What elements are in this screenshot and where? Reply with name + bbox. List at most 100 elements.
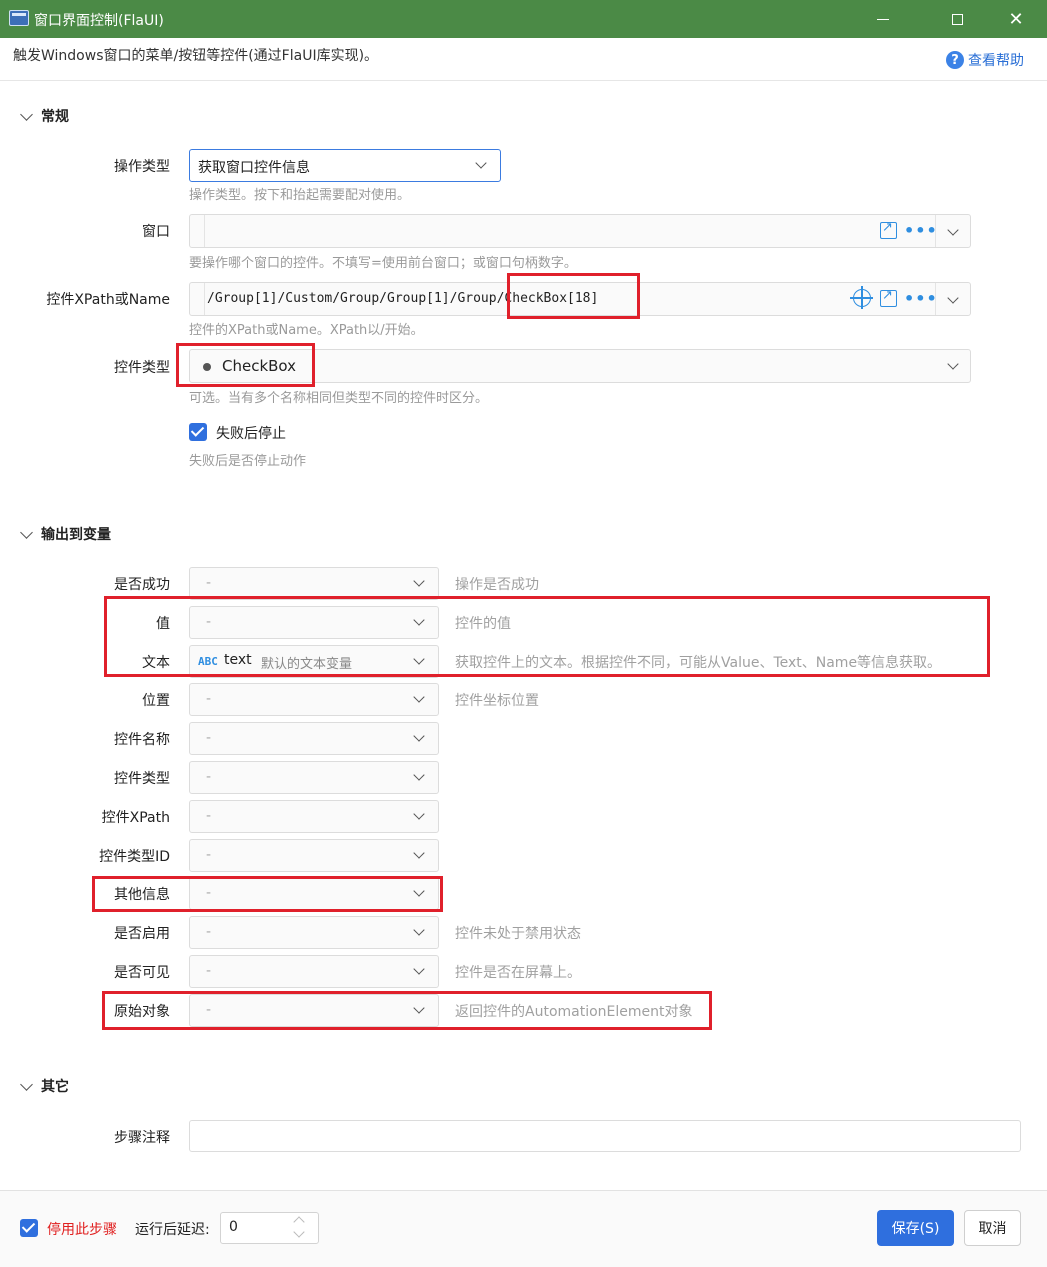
window-hint: 要操作哪个窗口的控件。不填写=使用前台窗口；或窗口句柄数字。 — [189, 256, 577, 271]
output-row-select[interactable]: - — [189, 877, 439, 910]
more-icon[interactable]: ••• — [904, 289, 938, 308]
control-type-label: 控件类型 — [114, 360, 170, 376]
output-row-hint: 返回控件的AutomationElement对象 — [455, 1004, 693, 1020]
section-other-header[interactable]: 其它 — [20, 1076, 69, 1096]
output-row-select[interactable]: - — [189, 916, 439, 949]
output-row-label: 其他信息 — [114, 887, 170, 903]
help-link-label: 查看帮助 — [968, 53, 1024, 69]
spin-down-icon[interactable] — [293, 1226, 305, 1238]
section-other-title: 其它 — [41, 1079, 69, 1095]
output-row-label: 位置 — [142, 693, 170, 709]
output-row-hint: 操作是否成功 — [455, 577, 539, 593]
chevron-down-icon — [20, 107, 33, 121]
output-row-select[interactable]: ABC text 默认的文本变量 — [189, 645, 439, 678]
output-row-label: 是否启用 — [114, 926, 170, 942]
output-row-select[interactable]: - — [189, 761, 439, 794]
operation-type-value: 获取窗口控件信息 — [198, 160, 310, 176]
output-row-select[interactable]: - — [189, 567, 439, 600]
output-row-hint: 获取控件上的文本。根据控件不同，可能从Value、Text、Name等信息获取。 — [455, 655, 942, 671]
output-row-label: 控件类型 — [114, 771, 170, 787]
minimize-button[interactable] — [860, 0, 906, 38]
maximize-icon — [951, 13, 963, 25]
output-row-value: - — [206, 575, 212, 591]
chevron-down-icon — [20, 1077, 33, 1091]
close-button[interactable]: ✕ — [993, 0, 1039, 38]
output-row-hint: 控件是否在屏幕上。 — [455, 965, 581, 981]
step-comment-input[interactable] — [189, 1120, 1021, 1152]
output-row-hint: 控件未处于禁用状态 — [455, 926, 581, 942]
control-type-select[interactable]: CheckBox — [189, 349, 971, 383]
output-row-select[interactable]: - — [189, 606, 439, 639]
control-type-bullet-icon — [203, 363, 211, 371]
output-row-value: - — [206, 963, 212, 979]
close-icon: ✕ — [1008, 8, 1024, 30]
open-external-icon[interactable] — [880, 220, 897, 239]
output-row-value: - — [206, 1002, 212, 1018]
chevron-down-icon — [475, 157, 487, 169]
chevron-down-icon — [413, 691, 425, 703]
section-output-header[interactable]: 输出到变量 — [20, 524, 111, 544]
stop-on-fail-label: 失败后停止 — [216, 426, 286, 442]
output-row-label: 原始对象 — [114, 1004, 170, 1020]
chevron-down-icon[interactable] — [947, 292, 959, 304]
output-row-select[interactable]: - — [189, 839, 439, 872]
save-button-label: 保存(S) — [891, 1221, 940, 1237]
output-row-value: - — [206, 847, 212, 863]
crosshair-target-icon[interactable] — [850, 286, 873, 309]
comment-label: 步骤注释 — [114, 1130, 170, 1146]
operation-type-hint: 操作类型。按下和抬起需要配对使用。 — [189, 188, 411, 203]
output-row-value: - — [206, 730, 212, 746]
delay-label: 运行后延迟: — [135, 1222, 210, 1238]
output-row-select[interactable]: - — [189, 994, 439, 1027]
cancel-button[interactable]: 取消 — [964, 1210, 1021, 1246]
delay-number-input[interactable]: 0 — [220, 1212, 319, 1244]
chevron-down-icon — [413, 885, 425, 897]
output-row-label: 文本 — [142, 655, 170, 671]
section-output-title: 输出到变量 — [41, 527, 111, 543]
output-row-select[interactable]: - — [189, 800, 439, 833]
help-icon: ? — [946, 51, 964, 69]
window-title: 窗口界面控制(FlaUI) — [34, 13, 164, 29]
more-icon[interactable]: ••• — [904, 221, 938, 240]
chevron-down-icon — [413, 963, 425, 975]
output-row-label: 控件类型ID — [99, 849, 170, 865]
chevron-down-icon — [413, 575, 425, 587]
operation-type-select[interactable]: 获取窗口控件信息 — [189, 149, 501, 182]
output-row-select[interactable]: - — [189, 683, 439, 716]
action-description: 触发Windows窗口的菜单/按钮等控件(通过FlaUI库实现)。 — [13, 48, 379, 64]
xpath-input[interactable]: /Group[1]/Custom/Group/Group[1]/Group/Ch… — [189, 282, 971, 316]
output-row-value: - — [206, 769, 212, 785]
chevron-down-icon — [413, 924, 425, 936]
text-type-badge-icon: ABC — [198, 655, 218, 668]
output-row-hint: 控件的值 — [455, 616, 511, 632]
cancel-button-label: 取消 — [978, 1221, 1007, 1237]
delay-value: 0 — [229, 1219, 238, 1235]
output-row-value: - — [206, 614, 212, 630]
section-general-title: 常规 — [41, 109, 69, 125]
output-row-label: 控件XPath — [101, 810, 170, 826]
save-button[interactable]: 保存(S) — [877, 1210, 954, 1246]
minimize-icon — [877, 18, 889, 20]
chevron-down-icon — [413, 769, 425, 781]
output-row-hint: 控件坐标位置 — [455, 693, 539, 709]
window-label: 窗口 — [142, 224, 170, 240]
output-row-label: 是否成功 — [114, 577, 170, 593]
help-link[interactable]: ? 查看帮助 — [946, 50, 1024, 70]
control-type-value: CheckBox — [222, 357, 297, 375]
window-input[interactable]: ••• — [189, 214, 971, 248]
disable-step-checkbox[interactable] — [20, 1219, 38, 1237]
output-row-select[interactable]: - — [189, 722, 439, 755]
chevron-down-icon[interactable] — [947, 224, 959, 236]
section-general-header[interactable]: 常规 — [20, 106, 69, 126]
chevron-down-icon — [413, 730, 425, 742]
stop-on-fail-checkbox[interactable] — [189, 423, 207, 441]
stop-on-fail-hint: 失败后是否停止动作 — [189, 454, 307, 469]
title-bar: 窗口界面控制(FlaUI) ✕ — [0, 0, 1047, 38]
control-type-hint: 可选。当有多个名称相同但类型不同的控件时区分。 — [189, 391, 489, 406]
open-external-icon[interactable] — [880, 288, 897, 307]
output-row-value: - — [206, 691, 212, 707]
maximize-button[interactable] — [934, 0, 980, 38]
output-row-label: 值 — [156, 616, 170, 632]
app-window-icon — [9, 10, 29, 26]
output-row-select[interactable]: - — [189, 955, 439, 988]
